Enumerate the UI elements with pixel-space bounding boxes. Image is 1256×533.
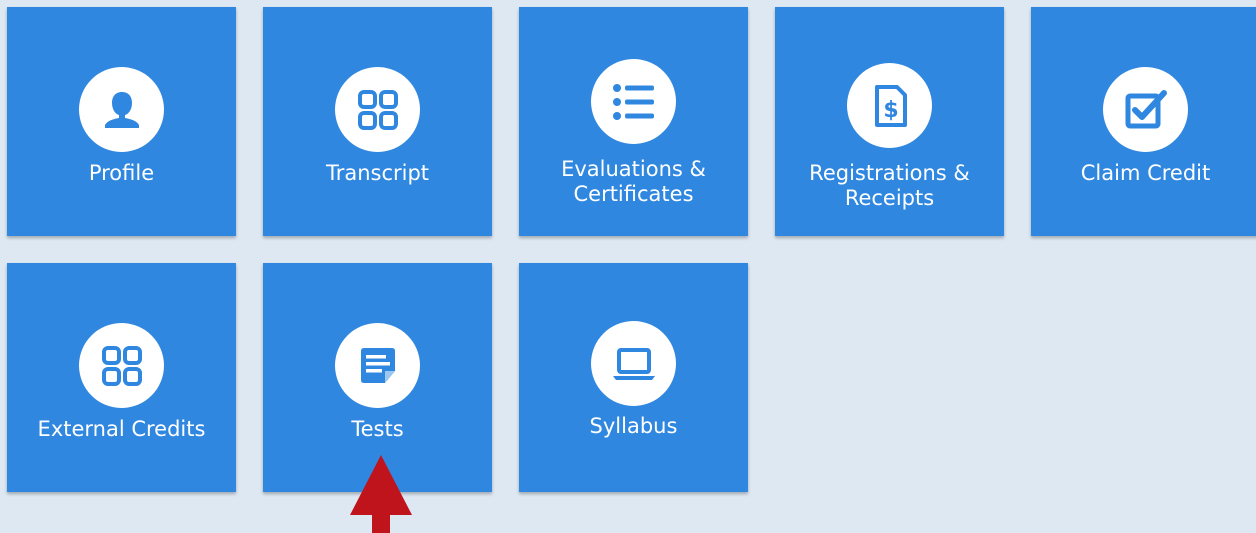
tile-label: Transcript <box>325 161 430 185</box>
list-icon <box>591 59 676 144</box>
claim-credit-tile[interactable]: Claim Credit <box>1031 7 1256 236</box>
external-credits-tile[interactable]: External Credits <box>7 263 236 492</box>
evaluations-certificates-tile[interactable]: Evaluations & Certificates <box>519 7 748 236</box>
tile-label: Profile <box>88 161 155 185</box>
grid-icon <box>79 323 164 408</box>
user-icon <box>79 67 164 152</box>
registrations-receipts-tile[interactable]: $ Registrations & Receipts <box>775 7 1004 236</box>
laptop-icon <box>591 321 676 406</box>
tile-label: Tests <box>351 417 404 441</box>
up-arrow-indicator <box>350 455 412 533</box>
grid-icon <box>335 67 420 152</box>
tile-label: Syllabus <box>589 414 678 438</box>
transcript-tile[interactable]: Transcript <box>263 7 492 236</box>
tile-label: Registrations & Receipts <box>809 161 970 210</box>
tile-label: Claim Credit <box>1080 161 1211 185</box>
receipt-icon: $ <box>847 63 932 148</box>
checkbox-icon <box>1103 67 1188 152</box>
svg-text:$: $ <box>883 98 898 123</box>
profile-tile[interactable]: Profile <box>7 7 236 236</box>
syllabus-tile[interactable]: Syllabus <box>519 263 748 492</box>
tile-label: Evaluations & Certificates <box>561 157 706 206</box>
tile-label: External Credits <box>37 417 206 441</box>
dashboard-tile-grid: Profile Transcript Evaluations & Certifi <box>0 0 1256 533</box>
document-icon <box>335 323 420 408</box>
